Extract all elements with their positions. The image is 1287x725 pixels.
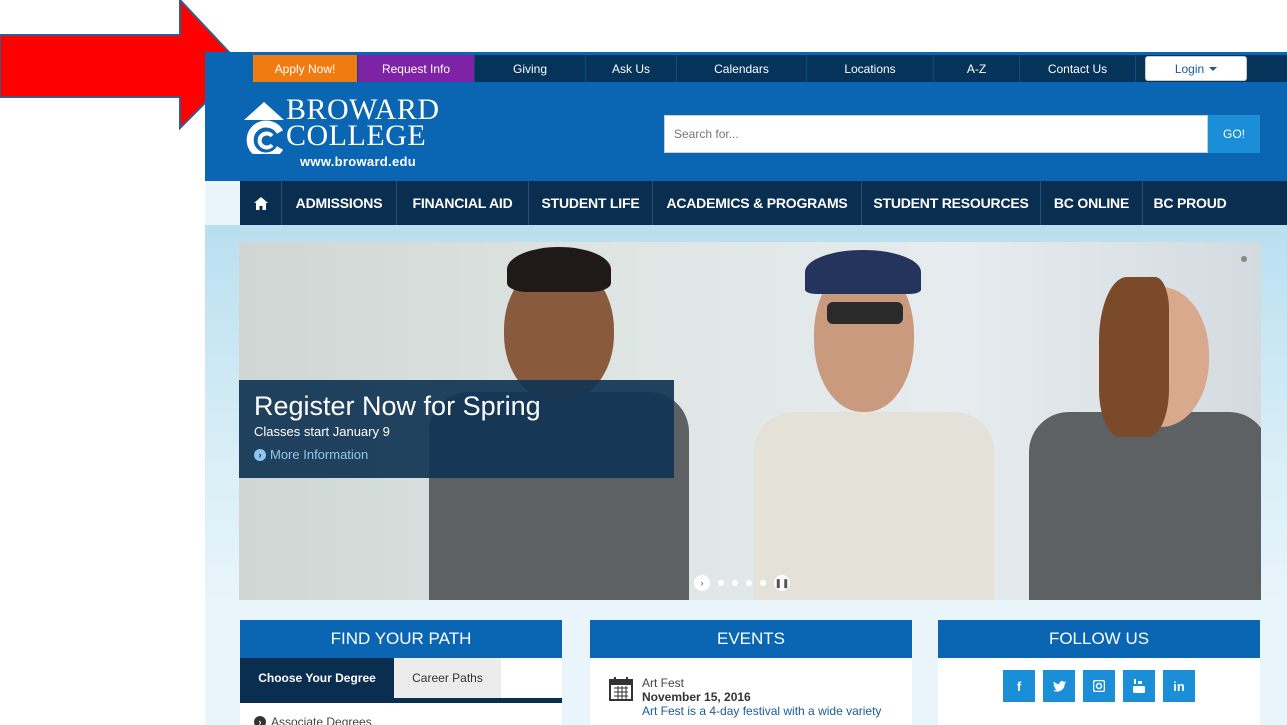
nav-student-life[interactable]: STUDENT LIFE — [529, 181, 653, 225]
hero-title: Register Now for Spring — [254, 391, 541, 421]
find-your-path-panel: FIND YOUR PATH Choose Your Degree Career… — [240, 620, 562, 725]
caret-down-icon — [1209, 66, 1218, 71]
events-title: EVENTS — [590, 620, 912, 658]
login-dropdown-button[interactable]: Login — [1145, 56, 1247, 81]
social-links: f in — [938, 658, 1260, 702]
site-container: Apply Now! Request Info Giving Ask Us Ca… — [205, 52, 1287, 725]
linkedin-icon[interactable]: in — [1163, 670, 1195, 702]
login-label: Login — [1174, 61, 1205, 76]
apply-now-link[interactable]: Apply Now! — [253, 55, 358, 82]
logo-word-college: COLLEGE — [286, 119, 427, 152]
main-navigation: ADMISSIONS FINANCIAL AID STUDENT LIFE AC… — [240, 181, 1287, 225]
nav-admissions[interactable]: ADMISSIONS — [282, 181, 397, 225]
circle-arrow-right-icon: › — [254, 716, 266, 725]
utility-bar: Apply Now! Request Info Giving Ask Us Ca… — [253, 55, 1287, 82]
calendars-link[interactable]: Calendars — [677, 55, 807, 82]
find-your-path-title: FIND YOUR PATH — [240, 620, 562, 658]
home-icon — [253, 196, 268, 210]
search-input[interactable]: Search for... — [664, 115, 1208, 153]
a-z-link[interactable]: A-Z — [934, 55, 1020, 82]
follow-us-body: f in — [938, 658, 1260, 725]
event-description: Art Fest is a 4-day festival with a wide… — [642, 704, 882, 718]
more-information-link[interactable]: › More Information — [254, 447, 659, 462]
associate-degrees-link[interactable]: › Associate Degrees — [240, 703, 562, 725]
logo-url: www.broward.edu — [300, 154, 416, 169]
event-date: November 15, 2016 — [642, 690, 751, 704]
page: Apply Now! Request Info Giving Ask Us Ca… — [0, 0, 1287, 725]
slider-indicator-dot — [1241, 256, 1247, 262]
request-info-link[interactable]: Request Info — [358, 55, 475, 82]
facebook-icon[interactable]: f — [1003, 670, 1035, 702]
calendar-icon — [609, 677, 633, 701]
circle-arrow-right-icon: › — [254, 448, 266, 461]
slide-dot-4[interactable] — [760, 580, 766, 586]
giving-link[interactable]: Giving — [475, 55, 586, 82]
event-name: Art Fest — [642, 676, 685, 690]
nav-financial-aid[interactable]: FINANCIAL AID — [397, 181, 529, 225]
slide-dot-2[interactable] — [732, 580, 738, 586]
hero-slider[interactable]: Register Now for Spring Classes start Ja… — [239, 242, 1261, 600]
contact-us-link[interactable]: Contact Us — [1020, 55, 1136, 82]
login-wrapper: Login — [1136, 55, 1287, 82]
event-item[interactable]: Art Fest November 15, 2016 Art Fest is a… — [590, 658, 912, 718]
hero-subtitle: Classes start January 9 — [254, 424, 390, 439]
find-your-path-body: Choose Your Degree Career Paths › Associ… — [240, 658, 562, 725]
broward-college-logo[interactable]: BROWARD COLLEGE www.broward.edu — [240, 95, 440, 171]
tab-career-paths[interactable]: Career Paths — [394, 658, 501, 698]
associate-degrees-label: Associate Degrees — [271, 715, 372, 725]
nav-student-resources[interactable]: STUDENT RESOURCES — [862, 181, 1041, 225]
nav-bc-proud[interactable]: BC PROUD — [1143, 181, 1237, 225]
nav-bc-online[interactable]: BC ONLINE — [1041, 181, 1143, 225]
nav-academics-programs[interactable]: ACADEMICS & PROGRAMS — [653, 181, 862, 225]
more-information-label: More Information — [270, 447, 369, 462]
tab-choose-your-degree[interactable]: Choose Your Degree — [240, 658, 394, 698]
ask-us-link[interactable]: Ask Us — [586, 55, 677, 82]
logo-emblem-icon — [244, 102, 284, 154]
pause-icon[interactable]: ❚❚ — [774, 575, 790, 591]
slider-controls: › ❚❚ — [694, 575, 790, 591]
youtube-icon[interactable] — [1123, 670, 1155, 702]
hero-caption: Register Now for Spring Classes start Ja… — [239, 380, 674, 478]
next-slide-icon[interactable]: › — [694, 575, 710, 591]
follow-us-panel: FOLLOW US f in — [938, 620, 1260, 725]
instagram-icon[interactable] — [1083, 670, 1115, 702]
follow-us-title: FOLLOW US — [938, 620, 1260, 658]
home-nav-button[interactable] — [240, 181, 282, 225]
locations-link[interactable]: Locations — [807, 55, 934, 82]
search-go-button[interactable]: GO! — [1208, 115, 1260, 153]
events-body: Art Fest November 15, 2016 Art Fest is a… — [590, 658, 912, 725]
slide-dot-1[interactable] — [718, 580, 724, 586]
event-text: Art Fest November 15, 2016 Art Fest is a… — [642, 676, 881, 718]
events-panel: EVENTS Art Fest November 15, 2016 Art Fe… — [590, 620, 912, 725]
path-tabs: Choose Your Degree Career Paths — [240, 658, 562, 698]
slide-dot-3[interactable] — [746, 580, 752, 586]
twitter-icon[interactable] — [1043, 670, 1075, 702]
